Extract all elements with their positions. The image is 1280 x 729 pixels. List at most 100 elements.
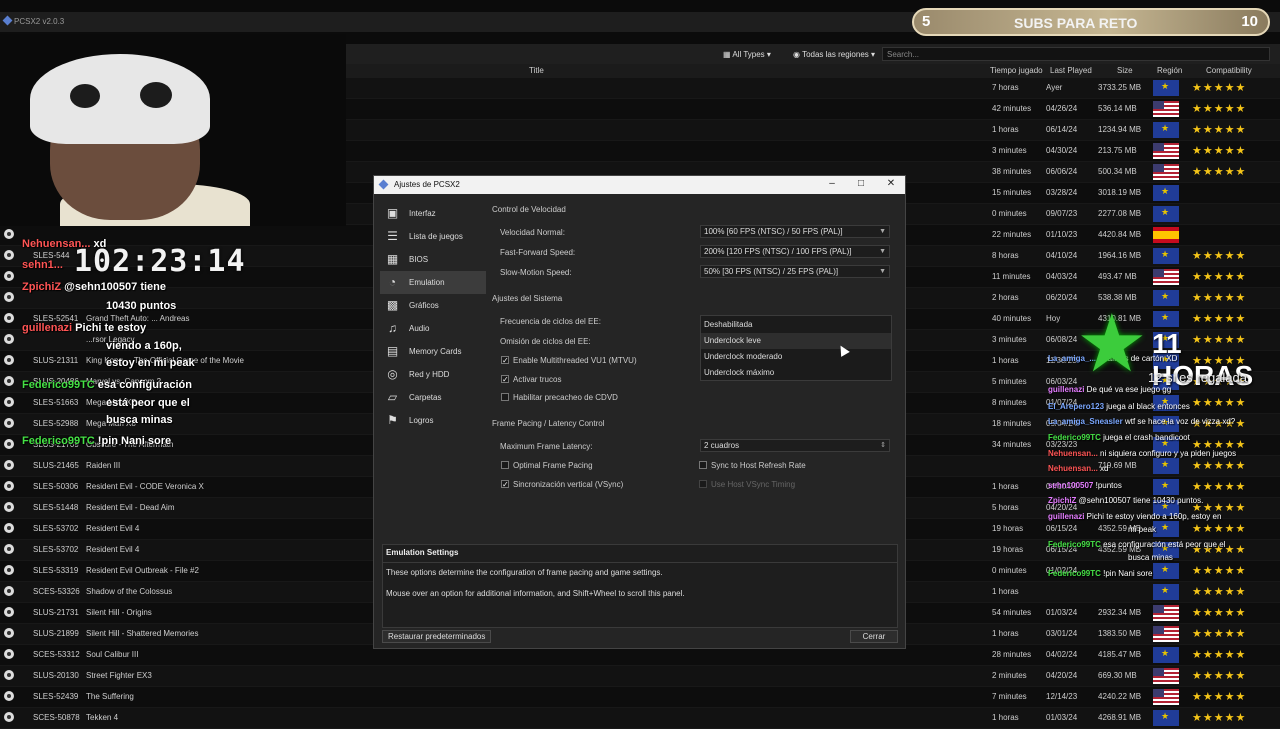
game-serial: SCES-53326 — [33, 587, 80, 596]
table-row[interactable]: SLES-52439 The Suffering 7 minutes 12/14/23… — [0, 687, 1280, 708]
game-title: Resident Evil 4 — [86, 545, 140, 554]
restore-defaults-button[interactable]: Restaurar predeterminados — [382, 630, 492, 643]
nav-label: Audio — [409, 324, 430, 333]
nav-icon: ▦ — [386, 252, 399, 266]
nav-item-gr-ficos[interactable]: ▩ Gráficos — [380, 294, 486, 317]
disc-icon — [4, 712, 14, 722]
close-button[interactable]: Cerrar — [850, 630, 898, 643]
minimize-icon[interactable]: – — [822, 178, 842, 189]
table-row[interactable]: SLUS-20130 Street Fighter EX3 2 minutes 04/… — [0, 666, 1280, 687]
cheats-checkbox[interactable] — [501, 375, 509, 383]
game-size: 536.14 MB — [1098, 104, 1137, 113]
type-filter-label: All Types — [732, 50, 765, 59]
region-filter-dropdown[interactable]: ◉ Todas las regiones ▾ — [788, 46, 880, 64]
chat-username: La_amiga_Sneasler — [1048, 417, 1123, 426]
compatibility-stars-icon: ★★★★★ — [1192, 103, 1247, 115]
chat-text: xd — [90, 238, 107, 250]
optimal-pacing-checkbox[interactable] — [501, 461, 509, 469]
compatibility-stars-icon: ★★★★★ — [1192, 82, 1247, 94]
compatibility-stars-icon: ★★★★★ — [1192, 124, 1247, 136]
game-last-played: 04/02/24 — [1046, 650, 1078, 659]
chat-message: busca minas — [106, 414, 173, 426]
search-input[interactable]: Search... — [882, 47, 1270, 61]
game-title: Resident Evil Outbreak - File #2 — [86, 566, 199, 575]
close-icon[interactable]: ✕ — [881, 178, 901, 189]
sync-host-checkbox[interactable] — [699, 461, 707, 469]
mtvu-label: Enable Multithreaded VU1 (MTVU) — [513, 356, 637, 365]
nav-item-logros[interactable]: ⚑ Logros — [380, 409, 486, 432]
nav-item-interfaz[interactable]: ▣ Interfaz — [380, 202, 486, 225]
nav-item-carpetas[interactable]: ▱ Carpetas — [380, 386, 486, 409]
cdvd-precache-checkbox[interactable] — [501, 393, 509, 401]
mtvu-checkbox[interactable] — [501, 356, 509, 364]
ee-frequency-label: Frecuencia de ciclos del EE: — [500, 317, 601, 326]
column-size[interactable]: Size — [1117, 66, 1133, 75]
compatibility-stars-icon: ★★★★★ — [1192, 607, 1247, 619]
game-last-played: 09/07/23 — [1046, 209, 1078, 218]
dropdown-option[interactable]: Underclock leve — [701, 333, 891, 349]
nav-item-red-y-hdd[interactable]: ◎ Red y HDD — [380, 363, 486, 386]
game-time-played: 7 horas — [992, 83, 1019, 92]
slow-motion-select[interactable]: 50% [30 FPS (NTSC) / 25 FPS (PAL)] ▼ — [700, 265, 890, 278]
nav-icon: ♫ — [388, 321, 397, 335]
region-flag-eu-icon — [1153, 458, 1179, 474]
game-title: Soul Calibur III — [86, 650, 139, 659]
vsync-checkbox[interactable] — [501, 480, 509, 488]
nav-item-lista-de-juegos[interactable]: ☰ Lista de juegos — [380, 225, 486, 248]
disc-icon — [4, 691, 14, 701]
fast-forward-select[interactable]: 200% [120 FPS (NTSC) / 100 FPS (PAL)] ▼ — [700, 245, 890, 258]
dropdown-option[interactable]: Underclock máximo — [701, 365, 891, 381]
region-flag-eu-icon — [1153, 206, 1179, 222]
game-time-played: 19 horas — [992, 545, 1024, 554]
type-filter-dropdown[interactable]: ▦ All Types ▾ — [718, 46, 776, 64]
region-flag-eu-icon — [1153, 479, 1179, 495]
game-last-played: 04/10/24 — [1046, 251, 1078, 260]
app-title: PCSX2 v2.0.3 — [2, 15, 64, 26]
help-divider — [383, 562, 897, 563]
chat-message: ZpichiZ @sehn100507 tiene — [22, 281, 166, 293]
normal-speed-value: 100% [60 FPS (NTSC) / 50 FPS (PAL)] — [704, 227, 843, 236]
game-serial: SLES-50306 — [33, 482, 79, 491]
column-last-played[interactable]: Last Played — [1050, 66, 1092, 75]
dropdown-option[interactable]: Deshabilitada — [701, 317, 891, 333]
game-size: 669.30 MB — [1098, 671, 1137, 680]
column-region[interactable]: Región — [1157, 66, 1182, 75]
game-time-played: 1 horas — [992, 587, 1019, 596]
maximize-icon[interactable]: □ — [851, 178, 871, 189]
game-serial: SLES-52439 — [33, 692, 79, 701]
disc-icon — [4, 649, 14, 659]
nav-item-memory-cards[interactable]: ▤ Memory Cards — [380, 340, 486, 363]
chat-text: !pin Nani sore — [1100, 569, 1153, 578]
region-flag-eu-icon — [1153, 710, 1179, 726]
column-time-played[interactable]: Tiempo jugado — [990, 66, 1043, 75]
game-time-played: 2 minutes — [992, 671, 1027, 680]
column-compatibility[interactable]: Compatibility — [1206, 66, 1252, 75]
dropdown-option[interactable]: Underclock moderado — [701, 349, 891, 365]
game-serial: SLES-51448 — [33, 503, 79, 512]
chat-username: Nehuensan... — [22, 238, 91, 250]
disc-icon — [4, 523, 14, 533]
game-last-played: 01/03/24 — [1046, 713, 1078, 722]
nav-item-bios[interactable]: ▦ BIOS — [380, 248, 486, 271]
compatibility-stars-icon: ★★★★★ — [1192, 292, 1247, 304]
help-text-1: These options determine the configuratio… — [386, 568, 663, 577]
region-flag-us-icon — [1153, 269, 1179, 285]
column-title[interactable]: Title — [529, 66, 544, 75]
chat-username: guillenazi — [22, 322, 73, 334]
spin-arrows-icon: ⇕ — [880, 442, 886, 449]
table-row[interactable]: SCES-50878 Tekken 4 1 horas 01/03/24 4268.91… — [0, 708, 1280, 729]
normal-speed-label: Velocidad Normal: — [500, 228, 565, 237]
chat-username: sehn100507 — [1048, 481, 1094, 490]
nav-label: Red y HDD — [409, 370, 450, 379]
game-size: 4185.47 MB — [1098, 650, 1142, 659]
nav-item-audio[interactable]: ♫ Audio — [380, 317, 486, 340]
nav-item-emulation[interactable]: ◔ Emulation — [380, 271, 486, 294]
max-latency-spinbox[interactable]: 2 cuadros ⇕ — [700, 439, 890, 452]
chat-text: Pichi te estoy viendo a 160p, estoy en — [1084, 512, 1222, 521]
chat-text: Pichi te estoy — [72, 322, 147, 334]
game-time-played: 11 minutes — [992, 272, 1031, 281]
chat-message: guillenazi Pichi te estoy — [22, 322, 146, 334]
disc-icon — [4, 334, 14, 344]
ee-skip-dropdown-list[interactable]: Deshabilitada Underclock leve Underclock… — [700, 315, 892, 381]
normal-speed-select[interactable]: 100% [60 FPS (NTSC) / 50 FPS (PAL)] ▼ — [700, 225, 890, 238]
